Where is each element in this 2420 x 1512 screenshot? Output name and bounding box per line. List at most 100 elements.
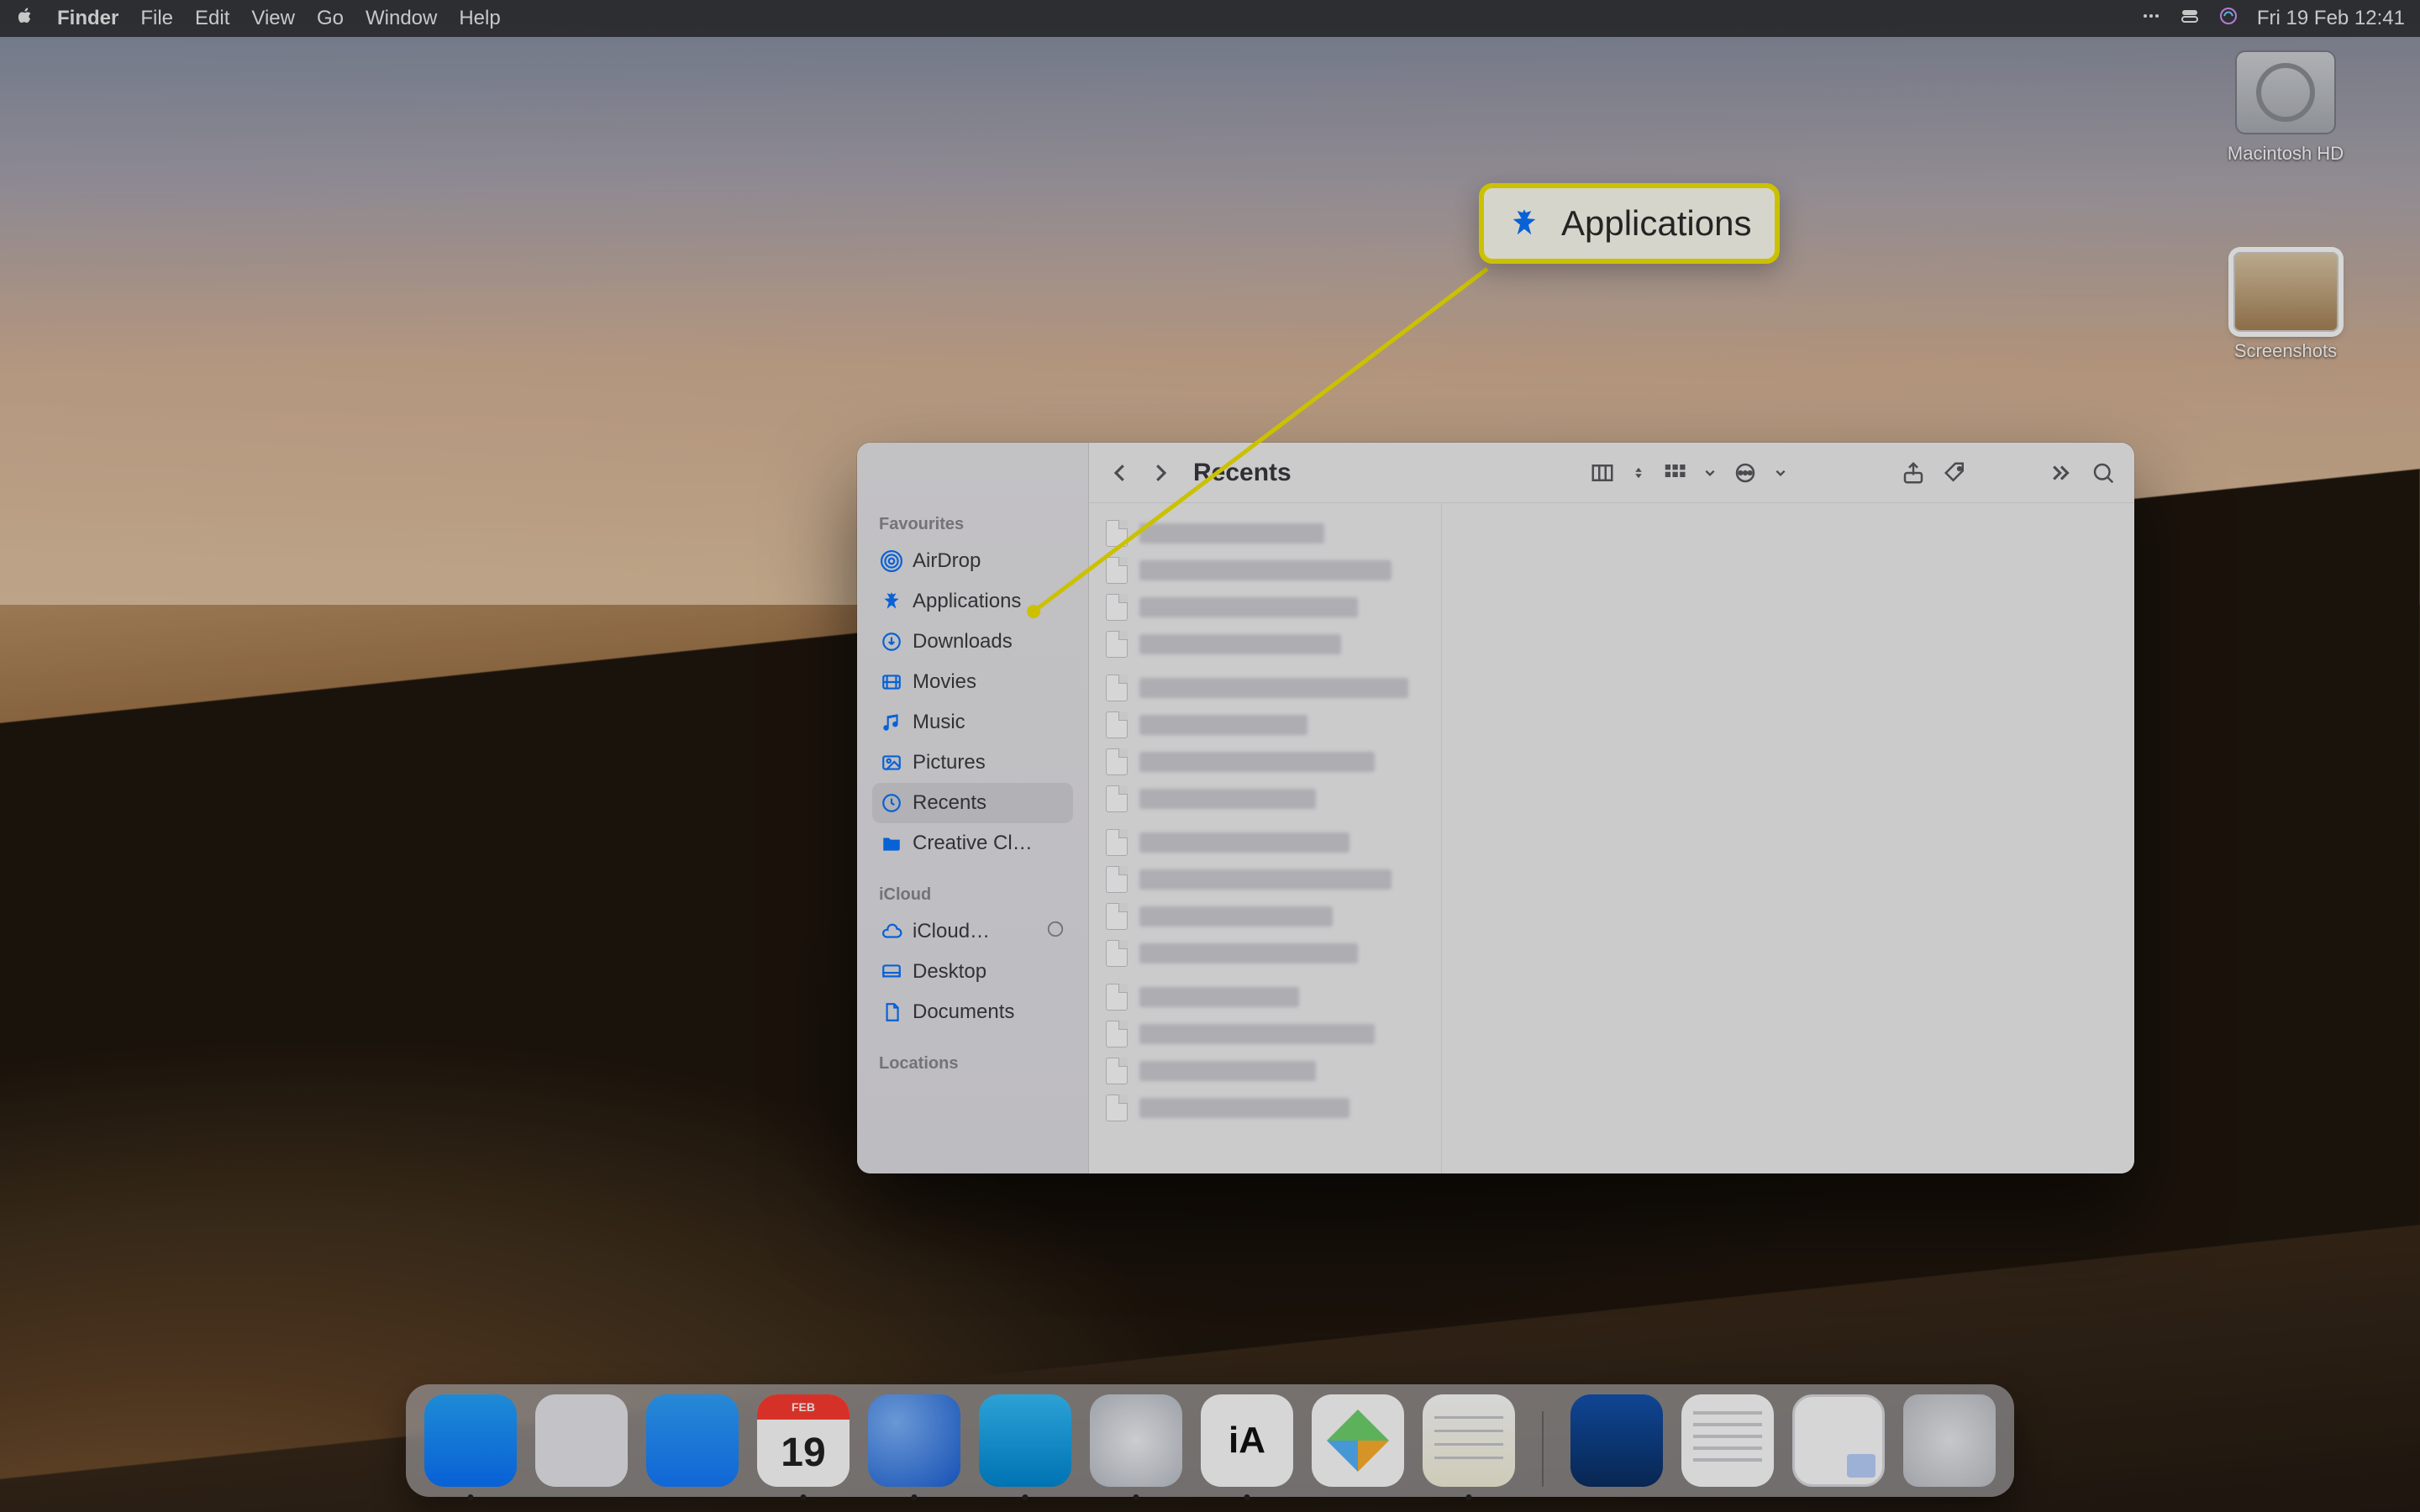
- desktop-icon-screenshots[interactable]: Screenshots: [2202, 252, 2370, 362]
- redacted-filename: [1139, 752, 1375, 772]
- sidebar-item-creative-cloud[interactable]: Creative Cl…: [872, 823, 1073, 864]
- document-icon: [1106, 903, 1128, 930]
- music-icon: [881, 711, 902, 733]
- file-row[interactable]: [1097, 861, 1433, 898]
- sidebar-item-label: Applications: [913, 590, 1021, 613]
- folder-icon: [881, 832, 902, 854]
- sidebar-item-downloads[interactable]: Downloads: [872, 622, 1073, 662]
- document-icon: [1106, 594, 1128, 621]
- sidebar-item-movies[interactable]: Movies: [872, 662, 1073, 702]
- dock-app-iawriter[interactable]: iA: [1201, 1394, 1293, 1487]
- sidebar-item-desktop[interactable]: Desktop: [872, 952, 1073, 992]
- back-button[interactable]: [1107, 460, 1133, 486]
- redacted-filename: [1139, 943, 1358, 963]
- dock-trash[interactable]: [1903, 1394, 1996, 1487]
- control-center-icon[interactable]: [2180, 6, 2200, 32]
- menu-edit[interactable]: Edit: [195, 7, 229, 30]
- toolbar-overflow-button[interactable]: [2049, 460, 2074, 486]
- dock-app-textedit[interactable]: [1423, 1394, 1515, 1487]
- sidebar-item-airdrop[interactable]: AirDrop: [872, 541, 1073, 581]
- menu-window[interactable]: Window: [366, 7, 437, 30]
- search-button[interactable]: [2091, 460, 2116, 486]
- chevron-down-icon[interactable]: [1704, 460, 1716, 486]
- sidebar-item-recents[interactable]: Recents: [872, 783, 1073, 823]
- file-row[interactable]: [1097, 935, 1433, 972]
- menu-file[interactable]: File: [140, 7, 173, 30]
- file-list[interactable]: [1089, 503, 1442, 1173]
- siri-icon[interactable]: [2218, 6, 2238, 32]
- callout-label: Applications: [1561, 203, 1751, 244]
- file-row[interactable]: [1097, 979, 1433, 1016]
- sidebar-item-label: Desktop: [913, 960, 986, 984]
- desktop-icon-hdd[interactable]: Macintosh HD: [2202, 50, 2370, 165]
- redacted-filename: [1139, 832, 1349, 853]
- dock-app-tweetbot[interactable]: [979, 1394, 1071, 1487]
- file-row[interactable]: [1097, 1089, 1433, 1126]
- file-row[interactable]: [1097, 780, 1433, 817]
- redacted-filename: [1139, 1098, 1349, 1118]
- document-icon: [1106, 748, 1128, 775]
- finder-content: [1089, 503, 2134, 1173]
- dock-app-thunderbird[interactable]: [868, 1394, 960, 1487]
- redacted-filename: [1139, 523, 1324, 543]
- dock-app-appstore[interactable]: [646, 1394, 739, 1487]
- view-toggle-icon[interactable]: [1632, 460, 1645, 486]
- dock-app-safari[interactable]: [1090, 1394, 1182, 1487]
- menu-go[interactable]: Go: [317, 7, 344, 30]
- file-row[interactable]: [1097, 706, 1433, 743]
- tags-button[interactable]: [1943, 460, 1968, 486]
- menu-help[interactable]: Help: [459, 7, 500, 30]
- desktop: Finder File Edit View Go Window Help Fri…: [0, 0, 2420, 1512]
- file-row[interactable]: [1097, 898, 1433, 935]
- file-row[interactable]: [1097, 824, 1433, 861]
- menubar-extra-1[interactable]: [2141, 6, 2161, 32]
- view-columns-button[interactable]: [1590, 460, 1615, 486]
- dock-app-finder[interactable]: [424, 1394, 517, 1487]
- sidebar-section-icloud: iCloud: [872, 879, 1073, 911]
- action-button[interactable]: [1733, 460, 1758, 486]
- file-row[interactable]: [1097, 1053, 1433, 1089]
- sidebar-item-icloud-drive[interactable]: iCloud…: [872, 911, 1073, 952]
- redacted-filename: [1139, 560, 1392, 580]
- file-row[interactable]: [1097, 626, 1433, 663]
- redacted-filename: [1139, 634, 1341, 654]
- share-button[interactable]: [1901, 460, 1926, 486]
- file-row[interactable]: [1097, 1016, 1433, 1053]
- document-icon: [1106, 1095, 1128, 1121]
- dock-stack-screenshots[interactable]: [1570, 1394, 1663, 1487]
- apple-menu[interactable]: [15, 6, 35, 32]
- group-button[interactable]: [1662, 460, 1687, 486]
- document-icon: [1106, 1021, 1128, 1047]
- dock-stack-documents[interactable]: [1792, 1394, 1885, 1487]
- file-row[interactable]: [1097, 669, 1433, 706]
- screenshots-label: Screenshots: [2202, 340, 2370, 362]
- redacted-filename: [1139, 869, 1392, 890]
- desktop-icon: [881, 961, 902, 983]
- dock-app-calendar[interactable]: FEB 19: [757, 1394, 850, 1487]
- chevron-down-icon[interactable]: [1775, 460, 1786, 486]
- file-row[interactable]: [1097, 589, 1433, 626]
- sidebar-item-applications[interactable]: Applications: [872, 581, 1073, 622]
- dock-stack-textfiles[interactable]: [1681, 1394, 1774, 1487]
- sidebar-item-label: Recents: [913, 791, 986, 815]
- document-icon: [1106, 675, 1128, 701]
- menubar: Finder File Edit View Go Window Help Fri…: [0, 0, 2420, 37]
- sidebar-item-music[interactable]: Music: [872, 702, 1073, 743]
- document-icon: [1106, 557, 1128, 584]
- forward-button[interactable]: [1148, 460, 1173, 486]
- sidebar-item-documents[interactable]: Documents: [872, 992, 1073, 1032]
- document-icon: [1106, 940, 1128, 967]
- file-row[interactable]: [1097, 552, 1433, 589]
- menubar-datetime[interactable]: Fri 19 Feb 12:41: [2257, 7, 2405, 30]
- redacted-filename: [1139, 789, 1316, 809]
- menubar-app-name[interactable]: Finder: [57, 7, 118, 30]
- document-icon: [1106, 785, 1128, 812]
- annotation-callout: Applications: [1479, 183, 1780, 264]
- file-row[interactable]: [1097, 515, 1433, 552]
- dock-app-launchpad[interactable]: [535, 1394, 628, 1487]
- sidebar-item-pictures[interactable]: Pictures: [872, 743, 1073, 783]
- menu-view[interactable]: View: [251, 7, 295, 30]
- sidebar-section-locations: Locations: [872, 1047, 1073, 1080]
- dock-app-kodi[interactable]: [1312, 1394, 1404, 1487]
- file-row[interactable]: [1097, 743, 1433, 780]
